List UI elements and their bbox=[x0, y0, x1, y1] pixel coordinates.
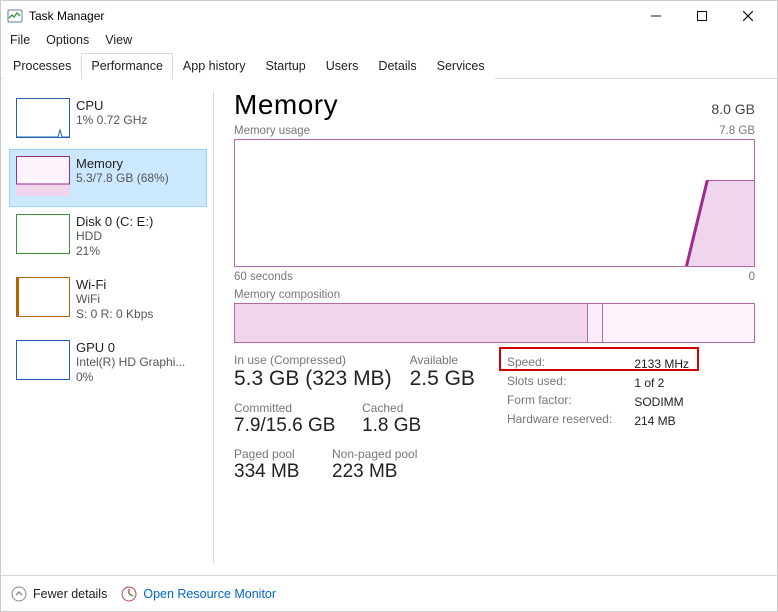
gpu-thumb bbox=[16, 340, 70, 380]
form-label: Form factor: bbox=[507, 393, 632, 410]
sidebar-sub: Intel(R) HD Graphi... bbox=[76, 355, 185, 370]
sidebar-label: Disk 0 (C: E:) bbox=[76, 214, 153, 229]
usage-max: 7.8 GB bbox=[719, 125, 755, 137]
inuse-value: 5.3 GB (323 MB) bbox=[234, 367, 392, 391]
sidebar-sub: 1% 0.72 GHz bbox=[76, 113, 147, 128]
cpu-thumb bbox=[16, 98, 70, 138]
sidebar-item-memory[interactable]: Memory5.3/7.8 GB (68%) bbox=[9, 149, 207, 207]
tab-startup[interactable]: Startup bbox=[255, 53, 315, 79]
sidebar-label: GPU 0 bbox=[76, 340, 185, 355]
tab-processes[interactable]: Processes bbox=[3, 53, 81, 79]
menu-options[interactable]: Options bbox=[46, 33, 89, 47]
inuse-label: In use (Compressed) bbox=[234, 353, 392, 367]
comp-modified bbox=[588, 304, 604, 342]
sidebar-sub2: S: 0 R: 0 Kbps bbox=[76, 307, 153, 322]
sidebar-item-gpu[interactable]: GPU 0Intel(R) HD Graphi...0% bbox=[9, 333, 207, 396]
fewer-details-label: Fewer details bbox=[33, 587, 107, 601]
sidebar-label: Wi-Fi bbox=[76, 277, 153, 292]
sidebar-sub2: 21% bbox=[76, 244, 153, 259]
tab-services[interactable]: Services bbox=[427, 53, 495, 79]
app-icon bbox=[7, 8, 23, 24]
open-resource-monitor-link[interactable]: Open Resource Monitor bbox=[121, 586, 276, 602]
avail-label: Available bbox=[410, 353, 475, 367]
tab-bar: Processes Performance App history Startu… bbox=[1, 52, 777, 79]
nonpaged-label: Non-paged pool bbox=[332, 447, 417, 461]
sidebar-sub: HDD bbox=[76, 229, 153, 244]
window-titlebar: Task Manager bbox=[1, 1, 777, 31]
sidebar-sub: WiFi bbox=[76, 292, 153, 307]
sidebar-item-cpu[interactable]: CPU1% 0.72 GHz bbox=[9, 91, 207, 149]
reserved-label: Hardware reserved: bbox=[507, 412, 632, 429]
committed-value: 7.9/15.6 GB bbox=[234, 415, 344, 437]
paged-value: 334 MB bbox=[234, 461, 314, 483]
usage-label: Memory usage bbox=[234, 125, 310, 137]
sidebar-sub2: 0% bbox=[76, 370, 185, 385]
sidebar: CPU1% 0.72 GHz Memory5.3/7.8 GB (68%) Di… bbox=[1, 79, 211, 575]
memory-thumb bbox=[16, 156, 70, 196]
comp-standby bbox=[603, 304, 754, 342]
menu-bar: File Options View bbox=[1, 31, 777, 52]
disk-thumb bbox=[16, 214, 70, 254]
open-resource-monitor-label: Open Resource Monitor bbox=[143, 587, 276, 601]
resource-monitor-icon bbox=[121, 586, 137, 602]
avail-value: 2.5 GB bbox=[410, 367, 475, 391]
vertical-divider bbox=[213, 91, 214, 563]
reserved-value: 214 MB bbox=[634, 412, 689, 429]
slots-value: 1 of 2 bbox=[634, 374, 689, 391]
sidebar-label: CPU bbox=[76, 98, 147, 113]
highlight-box bbox=[499, 347, 699, 371]
sidebar-item-disk[interactable]: Disk 0 (C: E:)HDD21% bbox=[9, 207, 207, 270]
committed-label: Committed bbox=[234, 401, 344, 415]
memory-composition-chart bbox=[234, 303, 755, 343]
main-panel: Memory 8.0 GB Memory usage 7.8 GB 60 sec… bbox=[216, 79, 777, 575]
axis-left: 60 seconds bbox=[234, 271, 293, 283]
memory-usage-chart bbox=[234, 139, 755, 267]
paged-label: Paged pool bbox=[234, 447, 314, 461]
composition-label: Memory composition bbox=[234, 289, 755, 301]
slots-label: Slots used: bbox=[507, 374, 632, 391]
fewer-details-button[interactable]: Fewer details bbox=[11, 586, 107, 602]
tab-details[interactable]: Details bbox=[368, 53, 426, 79]
nonpaged-value: 223 MB bbox=[332, 461, 417, 483]
tab-app-history[interactable]: App history bbox=[173, 53, 256, 79]
chevron-up-circle-icon bbox=[11, 586, 27, 602]
sidebar-label: Memory bbox=[76, 156, 169, 171]
menu-file[interactable]: File bbox=[10, 33, 30, 47]
comp-inuse bbox=[235, 304, 588, 342]
memory-capacity: 8.0 GB bbox=[711, 101, 755, 117]
sidebar-sub: 5.3/7.8 GB (68%) bbox=[76, 171, 169, 186]
form-value: SODIMM bbox=[634, 393, 689, 410]
sidebar-item-wifi[interactable]: Wi-FiWiFiS: 0 R: 0 Kbps bbox=[9, 270, 207, 333]
maximize-button[interactable] bbox=[679, 1, 725, 31]
cached-label: Cached bbox=[362, 401, 421, 415]
minimize-button[interactable] bbox=[633, 1, 679, 31]
tab-users[interactable]: Users bbox=[316, 53, 369, 79]
close-button[interactable] bbox=[725, 1, 771, 31]
window-controls bbox=[633, 1, 771, 31]
page-title: Memory bbox=[234, 89, 338, 121]
window-title: Task Manager bbox=[29, 9, 104, 23]
menu-view[interactable]: View bbox=[105, 33, 132, 47]
tab-performance[interactable]: Performance bbox=[81, 53, 173, 79]
axis-right: 0 bbox=[749, 271, 755, 283]
wifi-thumb bbox=[16, 277, 70, 317]
cached-value: 1.8 GB bbox=[362, 415, 421, 437]
